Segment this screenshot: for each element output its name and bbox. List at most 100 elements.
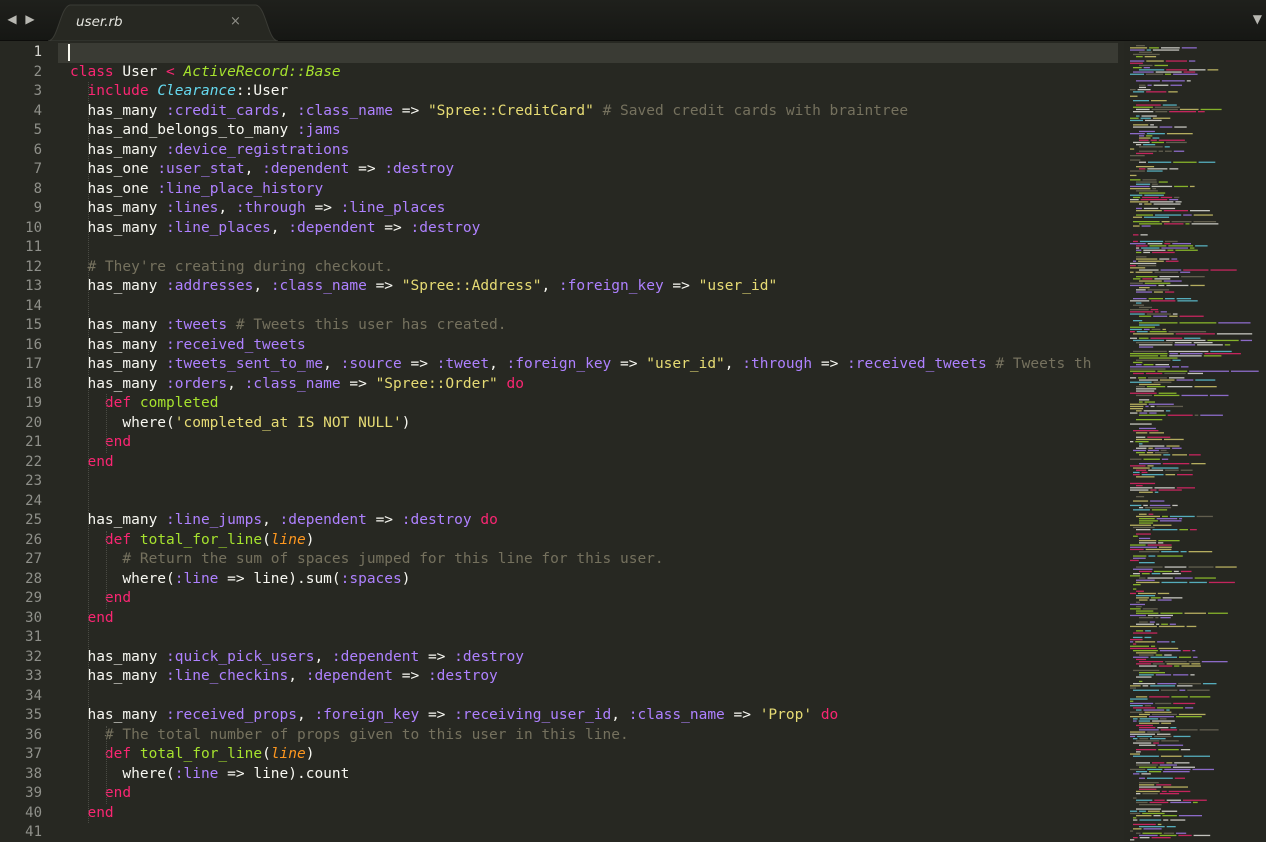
- minimap-line: [1174, 185, 1188, 188]
- minimap-line: [1160, 269, 1182, 271]
- minimap-line: [1130, 95, 1138, 97]
- code-token: has_many: [70, 707, 167, 723]
- minimap-line: [1154, 799, 1165, 801]
- code-token: :orders: [166, 375, 228, 392]
- minimap-line: [1130, 148, 1135, 150]
- minimap-line: [1151, 300, 1176, 302]
- line-number: 34: [25, 687, 42, 704]
- minimap-line: [1136, 597, 1149, 599]
- minimap-line: [1136, 302, 1142, 304]
- minimap-line: [1140, 199, 1168, 201]
- code-token: has_many: [70, 512, 167, 528]
- minimap-line: [1176, 298, 1192, 300]
- code-token: end: [104, 590, 132, 606]
- minimap-line: [1130, 575, 1141, 577]
- minimap-line: [1133, 467, 1150, 469]
- minimap-line: [1157, 599, 1172, 601]
- minimap-line: [1139, 718, 1159, 720]
- minimap-line: [1153, 381, 1172, 383]
- minimap-line: [1130, 524, 1152, 526]
- code-token: =>: [340, 375, 376, 392]
- minimap-line: [1150, 489, 1157, 491]
- minimap-line: [1136, 762, 1150, 764]
- minimap-line: [1136, 790, 1160, 793]
- minimap-line: [1136, 359, 1171, 361]
- line-number: 6: [33, 141, 42, 158]
- minimap-line: [1130, 702, 1154, 705]
- minimap-line: [1149, 696, 1170, 698]
- minimap-line: [1190, 185, 1195, 188]
- minimap-line: [1136, 181, 1157, 183]
- minimap-line: [1174, 126, 1187, 128]
- line-number: 25: [25, 512, 42, 528]
- minimap-line: [1136, 496, 1145, 498]
- code-token: "Spree::CreditCard": [427, 102, 594, 119]
- code-line: has_many :tweets_sent_to_me, :source => …: [70, 355, 1091, 375]
- minimap-line: [1150, 124, 1154, 126]
- minimap-line: [1133, 100, 1149, 102]
- minimap-line: [1133, 234, 1139, 236]
- minimap-line: [1160, 379, 1175, 381]
- minimap-line: [1161, 581, 1188, 584]
- minimap-line: [1149, 412, 1157, 414]
- minimap-line: [1136, 56, 1143, 58]
- minimap-line: [1152, 720, 1175, 722]
- minimap-line: [1146, 60, 1164, 62]
- code-token: total_for_line: [139, 746, 263, 762]
- minimap-line: [1158, 766, 1171, 768]
- code-editor[interactable]: 1 2 3 4 5 6 7 8 9 10 11 12 13 14 15 16 17 18 19 20 21 22 23 24 2…: [0, 41, 1266, 842]
- code-token: do: [480, 512, 498, 528]
- code-token: ,: [218, 200, 236, 216]
- minimap-line: [1139, 463, 1161, 465]
- minimap-line: [1157, 744, 1184, 746]
- minimap-line: [1130, 355, 1159, 357]
- forward-arrow-icon[interactable]: ▶: [24, 10, 36, 28]
- minimap-line: [1130, 403, 1147, 405]
- minimap-line: [1130, 366, 1170, 368]
- minimap-line: [1139, 782, 1159, 784]
- minimap-line: [1133, 430, 1159, 432]
- back-arrow-icon[interactable]: ◀: [6, 10, 18, 28]
- minimap-line: [1139, 522, 1154, 524]
- tab-user-rb[interactable]: user.rb ×: [48, 4, 278, 41]
- code-text-area[interactable]: class User < ActiveRecord::Base include …: [70, 41, 1124, 842]
- minimap-line: [1165, 260, 1179, 262]
- minimap-line: [1136, 251, 1142, 254]
- code-line: def completed: [70, 394, 219, 414]
- minimap-line: [1143, 249, 1166, 251]
- minimap-line: [1136, 476, 1155, 478]
- code-token: has_and_belongs_to_many: [70, 122, 297, 138]
- minimap-line: [1188, 661, 1200, 663]
- code-token: => line).sum(: [218, 570, 341, 587]
- minimap-line: [1139, 383, 1161, 386]
- minimap-line: [1150, 597, 1161, 599]
- minimap-line: [1162, 463, 1190, 465]
- minimap-line: [1183, 269, 1209, 271]
- minimap-line: [1164, 146, 1170, 148]
- code-token: :dependent: [288, 219, 376, 236]
- minimap-line: [1139, 414, 1166, 416]
- close-icon[interactable]: ×: [230, 13, 241, 31]
- minimap-line: [1136, 595, 1156, 597]
- line-number: 31: [25, 629, 42, 645]
- minimap-line: [1133, 216, 1142, 218]
- minimap-line: [1136, 751, 1141, 753]
- code-line: has_one :line_place_history: [70, 180, 323, 200]
- minimap-line: [1130, 60, 1145, 62]
- minimap-line: [1133, 650, 1158, 652]
- minimap-line: [1145, 372, 1163, 375]
- minimap-line: [1158, 284, 1165, 287]
- minimap-line: [1151, 141, 1164, 144]
- code-line: has_many :lines, :through => :line_place…: [70, 199, 445, 219]
- minimap[interactable]: [1124, 41, 1266, 842]
- minimap-line: [1176, 832, 1187, 834]
- minimap-line: [1177, 474, 1193, 476]
- minimap-line: [1165, 60, 1187, 62]
- minimap-line: [1139, 674, 1154, 676]
- chevron-down-icon[interactable]: ▼: [1253, 11, 1262, 27]
- minimap-line: [1136, 610, 1154, 612]
- minimap-line: [1148, 298, 1163, 300]
- minimap-line: [1136, 436, 1146, 438]
- minimap-line: [1139, 599, 1148, 601]
